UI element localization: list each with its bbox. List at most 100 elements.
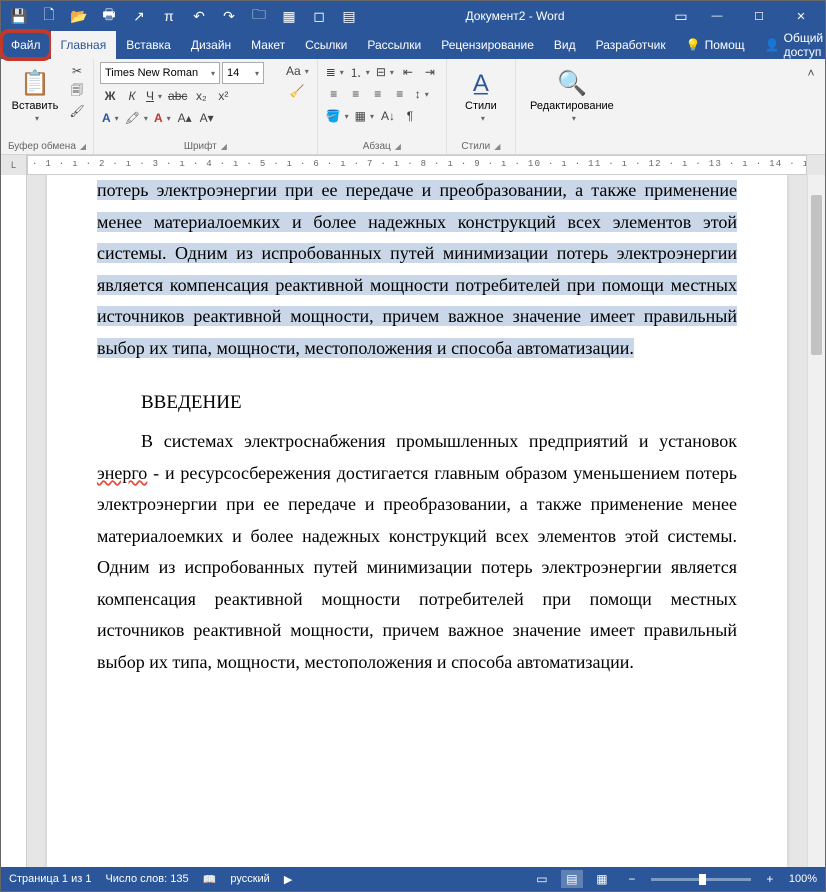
web-layout-icon[interactable]: ▦: [591, 870, 613, 888]
page[interactable]: потерь электроэнергии при ее передаче и …: [47, 175, 787, 867]
format-painter-icon[interactable]: 🖌: [67, 101, 87, 121]
increase-indent-button[interactable]: ⇥: [420, 62, 440, 82]
bullets-button[interactable]: ≣▾: [324, 62, 346, 82]
text-effects-button[interactable]: A▾: [100, 108, 121, 128]
print-layout-icon[interactable]: ▤: [561, 870, 583, 888]
editing-button[interactable]: 🔍 Редактирование ▾: [522, 61, 622, 131]
align-left-button[interactable]: ≡: [324, 84, 344, 104]
status-proofing-icon[interactable]: 📖: [203, 873, 217, 886]
zoom-slider[interactable]: [651, 878, 751, 881]
body-paragraph[interactable]: В системах электроснабжения промышленных…: [97, 426, 737, 678]
shading-button[interactable]: 🪣▾: [324, 106, 351, 126]
dialog-launcher-icon[interactable]: ◢: [395, 142, 401, 151]
window-title: Документ2 - Word: [363, 9, 667, 23]
tab-file[interactable]: Файл: [1, 31, 51, 59]
ribbon-options-icon[interactable]: ▭: [667, 2, 695, 30]
status-macro-icon[interactable]: ▶: [284, 873, 292, 886]
selected-paragraph[interactable]: потерь электроэнергии при ее передаче и …: [97, 175, 737, 364]
font-size-combo[interactable]: 14▾: [222, 62, 264, 84]
status-language[interactable]: русский: [230, 873, 269, 885]
group-editing: 🔍 Редактирование ▾: [516, 59, 628, 154]
change-case-button[interactable]: Aa▾: [284, 61, 311, 81]
borders-button[interactable]: ▦▾: [353, 106, 376, 126]
spellcheck-underline[interactable]: энерго: [97, 463, 147, 483]
clear-formatting-icon[interactable]: 🧹: [284, 81, 311, 101]
document-area: потерь электроэнергии при ее передаче и …: [1, 175, 825, 867]
dialog-launcher-icon[interactable]: ◢: [80, 142, 86, 151]
tab-developer[interactable]: Разработчик: [586, 31, 676, 59]
sort-button[interactable]: A↓: [378, 106, 398, 126]
styles-icon: A̲: [473, 70, 489, 98]
multilevel-button[interactable]: ⊟▾: [374, 62, 396, 82]
close-button[interactable]: ✕: [781, 2, 821, 30]
bold-button[interactable]: Ж: [100, 86, 120, 106]
title-bar: 💾 🗋 📂 🖶 ↗ π ↶ ↷ 🗀 ▦ ◻ ▤ Документ2 - Word…: [1, 1, 825, 31]
print-icon[interactable]: 🖶: [95, 2, 123, 30]
maximize-button[interactable]: ☐: [739, 2, 779, 30]
decrease-indent-button[interactable]: ⇤: [398, 62, 418, 82]
line-spacing-button[interactable]: ↕▾: [412, 84, 432, 104]
numbering-button[interactable]: ⒈▾: [348, 62, 372, 82]
read-mode-icon[interactable]: ▭: [531, 870, 553, 888]
new-icon[interactable]: 🗋: [35, 2, 63, 30]
status-page[interactable]: Страница 1 из 1: [9, 873, 91, 885]
open-icon[interactable]: 📂: [65, 2, 93, 30]
ruler-vertical[interactable]: [1, 175, 27, 867]
strike-button[interactable]: abc: [166, 86, 189, 106]
ribbon-tabs: Файл Главная Вставка Дизайн Макет Ссылки…: [1, 31, 825, 59]
redo-icon[interactable]: ↷: [215, 2, 243, 30]
superscript-button[interactable]: x²: [213, 86, 233, 106]
tab-review[interactable]: Рецензирование: [431, 31, 544, 59]
share-button[interactable]: 👤Общий доступ: [755, 31, 826, 59]
show-marks-button[interactable]: ¶: [400, 106, 420, 126]
undo-icon[interactable]: ↶: [185, 2, 213, 30]
tab-home[interactable]: Главная: [51, 31, 117, 59]
styles-button[interactable]: A̲ Стили ▾: [453, 61, 509, 131]
italic-button[interactable]: К: [122, 86, 142, 106]
underline-button[interactable]: Ч▾: [144, 86, 164, 106]
zoom-in-button[interactable]: +: [759, 870, 781, 888]
align-right-button[interactable]: ≡: [368, 84, 388, 104]
chevron-down-icon: ▾: [35, 114, 39, 123]
vertical-scrollbar[interactable]: [807, 175, 825, 867]
status-bar: Страница 1 из 1 Число слов: 135 📖 русски…: [1, 867, 825, 891]
tell-me[interactable]: 💡Помощ: [676, 31, 755, 59]
shrink-font-button[interactable]: A▾: [197, 108, 217, 128]
font-name-combo[interactable]: Times New Roman▾: [100, 62, 220, 84]
font-color-button[interactable]: A▾: [152, 108, 173, 128]
grow-font-button[interactable]: A▴: [175, 108, 195, 128]
folder-icon[interactable]: 🗀: [245, 2, 273, 30]
dialog-launcher-icon[interactable]: ◢: [494, 142, 500, 151]
scrollbar-thumb[interactable]: [811, 195, 822, 355]
status-words[interactable]: Число слов: 135: [105, 873, 188, 885]
zoom-knob[interactable]: [699, 874, 706, 885]
highlight-button[interactable]: 🖍▾: [123, 108, 150, 128]
table-icon[interactable]: ▦: [275, 2, 303, 30]
subscript-button[interactable]: x₂: [191, 86, 211, 106]
minimize-button[interactable]: —: [697, 2, 737, 30]
zoom-level[interactable]: 100%: [789, 873, 817, 885]
tab-mailings[interactable]: Рассылки: [357, 31, 431, 59]
heading[interactable]: ВВЕДЕНИЕ: [97, 392, 737, 414]
ruler-horizontal[interactable]: L · 1 · ı · 2 · ı · 3 · ı · 4 · ı · 5 · …: [1, 155, 825, 175]
tab-view[interactable]: Вид: [544, 31, 586, 59]
zoom-out-button[interactable]: −: [621, 870, 643, 888]
collapse-ribbon-icon[interactable]: ˄: [801, 63, 821, 83]
tab-insert[interactable]: Вставка: [116, 31, 181, 59]
arrow-icon[interactable]: ↗: [125, 2, 153, 30]
group-paragraph: ≣▾ ⒈▾ ⊟▾ ⇤ ⇥ ≡ ≡ ≡ ≡ ↕▾ 🪣▾ ▦▾ A↓: [318, 59, 447, 154]
tab-layout[interactable]: Макет: [241, 31, 295, 59]
paste-button[interactable]: 📋 Вставить ▾: [7, 61, 63, 131]
shapes-icon[interactable]: ◻: [305, 2, 333, 30]
align-center-button[interactable]: ≡: [346, 84, 366, 104]
tab-design[interactable]: Дизайн: [181, 31, 241, 59]
cut-icon[interactable]: ✂: [67, 61, 87, 81]
dialog-launcher-icon[interactable]: ◢: [221, 142, 227, 151]
save-icon[interactable]: 💾: [5, 2, 33, 30]
tab-references[interactable]: Ссылки: [295, 31, 357, 59]
page-scroll[interactable]: потерь электроэнергии при ее передаче и …: [27, 175, 807, 867]
copy-icon[interactable]: 🗐: [67, 81, 87, 101]
pi-icon[interactable]: π: [155, 2, 183, 30]
symbols-icon[interactable]: ▤: [335, 2, 363, 30]
justify-button[interactable]: ≡: [390, 84, 410, 104]
